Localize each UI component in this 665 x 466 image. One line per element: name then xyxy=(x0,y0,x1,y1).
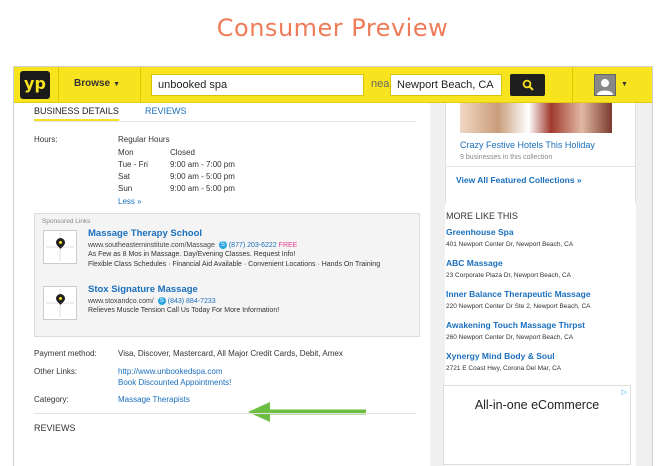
ad-description: Flexible Class Schedules · Financial Aid… xyxy=(88,261,381,268)
sidebar: Crazy Festive Hotels This Holiday 9 busi… xyxy=(430,103,652,466)
view-all-collections-link[interactable]: View All Featured Collections » xyxy=(456,175,582,185)
hours-row: Sat 9:00 am - 5:00 pm xyxy=(118,172,235,181)
other-links-label: Other Links: xyxy=(34,367,78,376)
collection-subtitle: 9 businesses in this collection xyxy=(460,154,553,161)
collection-title[interactable]: Crazy Festive Hotels This Holiday xyxy=(460,140,595,150)
user-avatar[interactable] xyxy=(594,74,616,96)
more-like-this-title: MORE LIKE THIS xyxy=(446,211,518,221)
business-link[interactable]: Inner Balance Therapeutic Massage xyxy=(446,289,591,299)
display-ad[interactable]: ▷ All-in-one eCommerce xyxy=(443,385,631,465)
tab-reviews[interactable]: REVIEWS xyxy=(145,106,187,116)
business-link[interactable]: Awakening Touch Massage Thrpst xyxy=(446,320,585,330)
ad-description: Relieves Muscle Tension Call Us Today Fo… xyxy=(88,307,280,314)
green-arrow-icon xyxy=(248,402,366,422)
location-input[interactable]: Newport Beach, CA xyxy=(390,74,502,96)
ad-url-line: www.southeasterninstitute.com/Massage S (8… xyxy=(88,241,298,249)
hours-row: Sun 9:00 am - 5:00 pm xyxy=(118,184,235,193)
map-thumbnail[interactable] xyxy=(43,286,77,320)
divider xyxy=(140,67,141,103)
ad-description: As Few as 8 Mos in Massage. Day/Evening … xyxy=(88,251,296,258)
ad-headline: All-in-one eCommerce xyxy=(474,398,600,412)
browser-frame: yp Browse ▼ unbooked spa near Newport Bea… xyxy=(13,66,653,466)
reviews-heading: REVIEWS xyxy=(34,423,76,433)
booking-link[interactable]: Book Discounted Appointments! xyxy=(118,378,231,387)
divider xyxy=(446,166,635,167)
skype-icon: S xyxy=(157,297,166,305)
map-thumbnail[interactable] xyxy=(43,230,77,264)
business-address: 23 Corporate Plaza Dr, Newport Beach, CA xyxy=(446,272,572,279)
category-link[interactable]: Massage Therapists xyxy=(118,395,190,404)
hours-label: Hours: xyxy=(34,135,58,144)
business-link[interactable]: Xynergy Mind Body & Soul xyxy=(446,351,555,361)
hours-row: Tue - Fri 9:00 am - 7:00 pm xyxy=(118,160,235,169)
tab-business-details[interactable]: BUSINESS DETAILS xyxy=(34,106,119,121)
business-details-panel: BUSINESS DETAILS REVIEWS Hours: Regular … xyxy=(14,103,430,466)
sponsored-links-box: Sponsored Links Massage Therapy School w… xyxy=(34,213,420,337)
search-input[interactable]: unbooked spa xyxy=(151,74,364,96)
collection-photo[interactable] xyxy=(460,103,612,133)
less-link[interactable]: Less » xyxy=(118,197,142,206)
browse-label: Browse xyxy=(74,78,111,89)
business-address: 2721 E Coast Hwy, Corona Del Mar, CA xyxy=(446,365,562,372)
ad-choices-icon[interactable]: ▷ xyxy=(622,388,627,396)
user-icon xyxy=(597,79,613,95)
business-address: 401 Newport Center Dr, Newport Beach, CA xyxy=(446,241,574,248)
divider xyxy=(58,67,59,103)
hours-row: Mon Closed xyxy=(118,148,195,157)
yp-logo[interactable]: yp xyxy=(20,71,50,99)
website-link[interactable]: http://www.unbookedspa.com xyxy=(118,367,223,376)
divider xyxy=(34,413,416,414)
ad-title[interactable]: Massage Therapy School xyxy=(88,228,202,239)
caret-down-icon[interactable]: ▼ xyxy=(621,81,628,88)
divider xyxy=(572,67,573,103)
business-link[interactable]: Greenhouse Spa xyxy=(446,227,514,237)
sponsored-label: Sponsored Links xyxy=(42,218,91,225)
hours-title: Regular Hours xyxy=(118,135,170,144)
page-heading: Consumer Preview xyxy=(216,14,449,42)
category-label: Category: xyxy=(34,395,69,404)
search-icon xyxy=(522,79,534,91)
search-button[interactable] xyxy=(510,74,545,96)
business-link[interactable]: ABC Massage xyxy=(446,258,503,268)
business-address: 260 Newport Center Dr, Newport Beach, CA xyxy=(446,334,574,341)
top-bar: yp Browse ▼ unbooked spa near Newport Bea… xyxy=(14,67,652,103)
payment-value: Visa, Discover, Mastercard, All Major Cr… xyxy=(118,349,343,358)
business-address: 220 Newport Center Dr Ste 2, Newport Bea… xyxy=(446,303,591,310)
payment-label: Payment method: xyxy=(34,349,97,358)
ad-title[interactable]: Stox Signature Massage xyxy=(88,284,198,295)
caret-down-icon: ▼ xyxy=(113,81,121,88)
divider xyxy=(34,121,416,122)
skype-icon: S xyxy=(218,241,227,249)
browse-menu[interactable]: Browse ▼ xyxy=(74,78,120,89)
ad-url-line: www.stoxandco.com/S (843) 884-7233 xyxy=(88,297,216,305)
